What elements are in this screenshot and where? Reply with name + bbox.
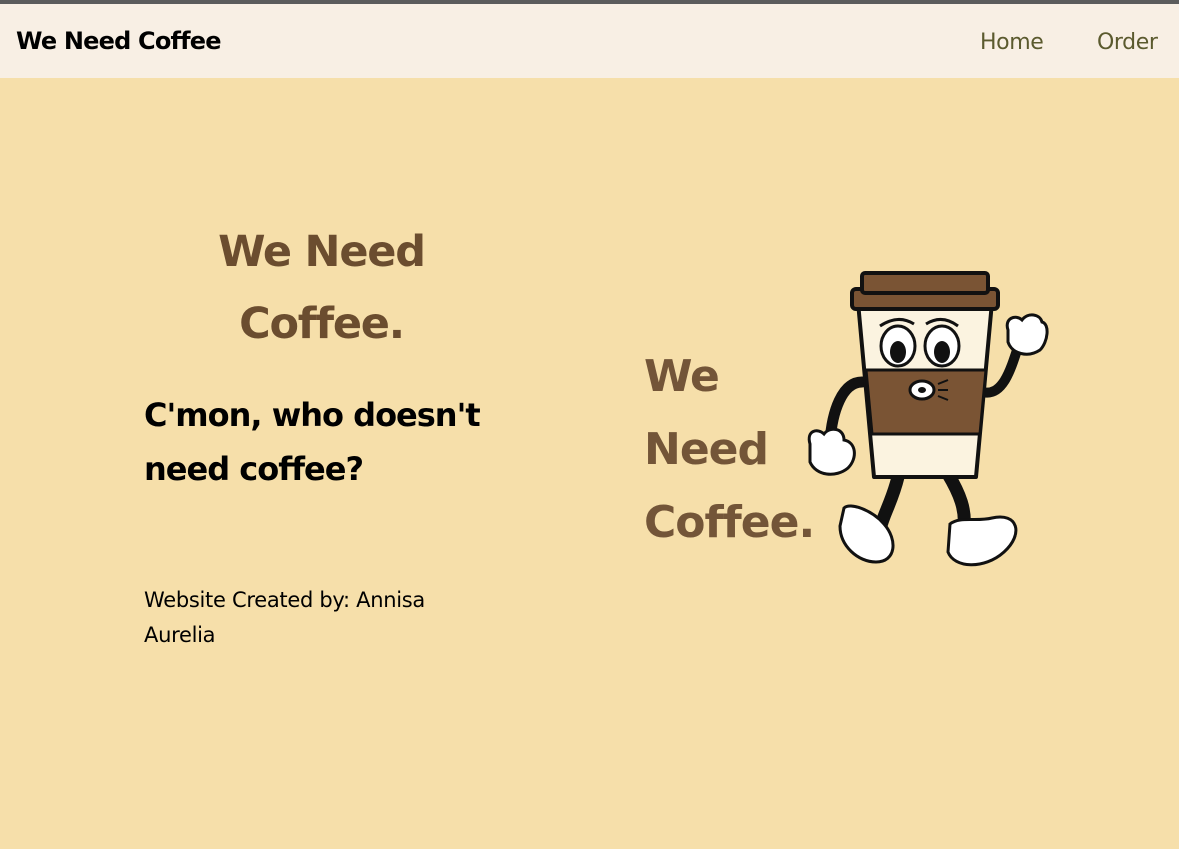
hero-subtitle: C'mon, who doesn't need coffee?	[144, 396, 481, 488]
hero-title: We Need Coffee.	[218, 227, 426, 349]
nav-link-home[interactable]: Home	[980, 30, 1044, 55]
nav-link-order[interactable]: Order	[1097, 30, 1158, 55]
brand-logo[interactable]: We Need Coffee	[16, 27, 222, 55]
credit-text: Website Created by: Annisa Aurelia	[144, 588, 425, 647]
navbar: We Need Coffee Home Order	[0, 4, 1179, 78]
logo-wordmark: We Need Coffee.	[644, 351, 815, 548]
